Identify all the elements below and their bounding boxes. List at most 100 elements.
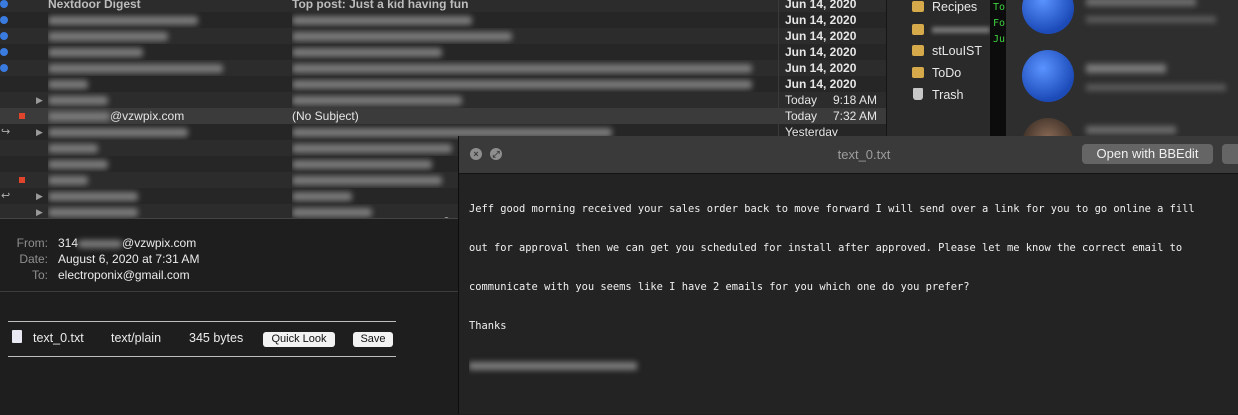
message-row[interactable]: Jun 14, 2020 — [0, 28, 886, 44]
column-divider — [778, 108, 779, 124]
column-divider — [778, 12, 779, 28]
file-content: Jeff good morning received your sales or… — [469, 177, 1238, 396]
message-subject — [292, 44, 762, 60]
attachment-divider-bottom — [8, 356, 396, 357]
redacted-contact-detail — [1086, 84, 1226, 91]
message-sender — [48, 140, 278, 156]
redacted-contact-detail — [1086, 16, 1216, 23]
text-line: out for approval then we can get you sch… — [469, 242, 1183, 254]
forwarded-icon: ↪ — [1, 126, 11, 138]
message-row[interactable]: Jun 14, 2020 — [0, 44, 886, 60]
date-label: Date: — [19, 252, 48, 266]
thread-disclosure-icon[interactable]: ▶ — [36, 204, 43, 218]
redacted-signature — [469, 362, 637, 370]
thread-disclosure-icon[interactable]: ▶ — [36, 92, 43, 108]
avatar[interactable] — [1022, 0, 1074, 34]
unread-indicator — [0, 64, 8, 72]
thread-disclosure-icon[interactable]: ▶ — [36, 124, 43, 140]
message-header-pane: From: 314 @vzwpix.com Date: August 6, 202… — [0, 218, 458, 415]
from-label: From: — [16, 236, 48, 250]
message-subject: Top post: Just a kid having fun — [292, 0, 469, 11]
message-date: Today — [785, 109, 818, 123]
open-with-bbedit-button[interactable]: Open with BBEdit — [1082, 144, 1213, 164]
message-sender — [48, 28, 278, 44]
column-divider — [778, 28, 779, 44]
terminal-line: Fo — [993, 18, 1006, 29]
text-file-icon[interactable] — [12, 330, 22, 343]
message-date: Jun 14, 2020 — [785, 0, 857, 11]
terminal-window-edge: To Fo Ju — [990, 0, 1006, 136]
folder-icon — [912, 67, 924, 78]
date-value: August 6, 2020 at 7:31 AM — [58, 252, 200, 266]
column-divider — [778, 44, 779, 60]
message-date: Jun 14, 2020 — [785, 61, 857, 75]
message-sender — [48, 60, 278, 76]
message-sender — [48, 124, 278, 140]
unread-indicator — [0, 0, 8, 8]
redacted-contact-name — [1086, 64, 1166, 73]
quick-look-window: × ⤢ text_0.txt Open with BBEdit Jeff goo… — [458, 136, 1238, 414]
attachment-size: 345 bytes — [189, 331, 244, 345]
message-sender — [48, 12, 278, 28]
unread-indicator — [0, 16, 8, 24]
attachment-mimetype: text/plain — [111, 331, 162, 345]
share-button[interactable] — [1222, 144, 1238, 164]
text-line: Thanks — [469, 320, 507, 332]
unread-indicator — [0, 48, 8, 56]
unread-indicator — [0, 32, 8, 40]
text-line: Jeff good morning received your sales or… — [469, 203, 1195, 215]
thread-disclosure-icon[interactable]: ▶ — [36, 188, 43, 204]
message-subject — [292, 60, 762, 76]
flag-icon — [19, 177, 25, 183]
header-divider — [0, 291, 458, 292]
message-sender — [48, 92, 278, 108]
message-sender — [48, 204, 278, 218]
attachment-divider-top — [8, 321, 396, 322]
quick-look-button[interactable]: Quick Look — [263, 332, 335, 347]
message-sender — [48, 156, 278, 172]
message-subject — [292, 76, 762, 92]
message-sender — [48, 172, 278, 188]
from-value[interactable]: 314 @vzwpix.com — [58, 236, 196, 250]
message-subject — [292, 92, 762, 108]
contacts-panel — [1006, 0, 1238, 170]
message-date: Jun 14, 2020 — [785, 29, 857, 43]
mailbox-sidebar: Recipes stLouIST ToDo Trash — [886, 0, 991, 136]
flag-icon — [19, 113, 25, 119]
terminal-line: To — [993, 2, 1006, 13]
mailbox-label: ToDo — [932, 66, 962, 80]
message-subject: (No Subject) — [292, 109, 359, 123]
trash-icon — [913, 88, 923, 100]
message-time: 9:18 AM — [833, 93, 878, 107]
message-row[interactable]: Nextdoor Digest Top post: Just a kid hav… — [0, 0, 886, 12]
message-date: Today — [785, 93, 818, 107]
column-divider — [778, 76, 779, 92]
column-divider — [778, 92, 779, 108]
mailbox-label: Trash — [932, 88, 964, 102]
message-row[interactable]: Jun 14, 2020 — [0, 12, 886, 28]
quick-look-titlebar[interactable]: × ⤢ text_0.txt Open with BBEdit — [459, 136, 1238, 174]
folder-icon — [912, 1, 924, 12]
message-sender — [48, 44, 278, 60]
redacted-contact-name — [1086, 0, 1196, 6]
to-value[interactable]: electroponix@gmail.com — [58, 268, 190, 282]
redacted-contact-name — [1086, 126, 1176, 134]
terminal-line: Ju — [993, 34, 1006, 45]
message-date: Jun 14, 2020 — [785, 77, 857, 91]
attachment-filename[interactable]: text_0.txt — [33, 331, 84, 345]
message-row[interactable]: Jun 14, 2020 — [0, 76, 886, 92]
save-button[interactable]: Save — [353, 332, 393, 347]
message-row[interactable]: Jun 14, 2020 — [0, 60, 886, 76]
message-row-selected[interactable]: @vzwpix.com (No Subject) Today 7:32 AM — [0, 108, 886, 124]
message-date: Jun 14, 2020 — [785, 13, 857, 27]
mailbox-label: Recipes — [932, 0, 978, 14]
column-divider — [778, 60, 779, 76]
redacted-mailbox-label — [932, 27, 990, 33]
avatar[interactable] — [1022, 50, 1074, 102]
message-time: 7:32 AM — [833, 109, 878, 123]
message-row[interactable]: ▶ Today 9:18 AM — [0, 92, 886, 108]
message-sender — [48, 188, 278, 204]
message-date: Jun 14, 2020 — [785, 45, 857, 59]
message-sender: @vzwpix.com — [48, 108, 278, 124]
mailbox-label: stLouIST — [932, 44, 983, 58]
